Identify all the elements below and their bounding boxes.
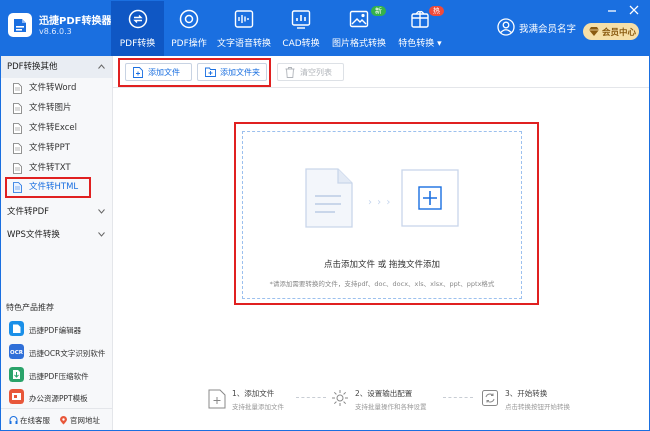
product-ocr[interactable]: OCR 迅捷OCR文字识别软件 (9, 344, 113, 362)
products-title: 特色产品推荐 (6, 303, 54, 312)
group-pdf-convert-other[interactable]: PDF转换其他 (1, 56, 112, 78)
hot-badge: 热 (429, 6, 444, 16)
minimize-icon[interactable] (606, 5, 618, 15)
nav-cad-convert[interactable]: CAD转换 (276, 1, 326, 56)
step-divider (443, 397, 473, 398)
sidebar-footer: 在线客服 官网地址 (1, 408, 112, 430)
pdf-editor-logo-icon (9, 321, 24, 336)
ocr-logo-icon: OCR (9, 344, 24, 359)
audio-wave-icon (234, 10, 254, 28)
nav-feature-convert[interactable]: 热 特色转换 ▾ (392, 1, 448, 56)
nav-label: 图片格式转换 (331, 39, 386, 49)
svg-text:OCR: OCR (10, 350, 24, 356)
app-name: 迅捷PDF转换器 (39, 16, 112, 27)
chevron-down-icon (98, 209, 105, 214)
file-icon (13, 163, 22, 174)
online-service-label: 在线客服 (20, 416, 50, 425)
app-logo-icon (8, 13, 32, 37)
headset-icon (9, 416, 18, 424)
new-badge: 新 (371, 6, 386, 16)
nav-pdf-operate[interactable]: PDF操作 (164, 1, 214, 56)
product-pdf-editor[interactable]: 迅捷PDF编辑器 (9, 321, 113, 339)
file-icon (13, 123, 22, 134)
highlight-box-html-item (5, 177, 91, 198)
settings-gear-icon (332, 390, 348, 406)
user-name: 我满会员名字 (519, 24, 577, 35)
pdf-convert-icon (128, 9, 147, 29)
add-file-icon (208, 389, 226, 409)
highlight-box-add-buttons (118, 58, 271, 87)
vip-center-button[interactable]: 会员中心 (583, 23, 639, 40)
official-site-label: 官网地址 (70, 416, 100, 425)
group-wps-convert[interactable]: WPS文件转换 (1, 224, 112, 246)
file-icon (13, 83, 22, 94)
step-desc: 点击转换按钮开始转换 (505, 403, 570, 411)
step-title: 3、开始转换 (505, 389, 548, 398)
sidebar-item-to-word[interactable]: 文件转Word (5, 80, 110, 97)
group-label: WPS文件转换 (7, 230, 60, 240)
close-icon[interactable] (628, 5, 640, 15)
sidebar-item-label: 文件转Excel (29, 123, 78, 133)
official-site-link[interactable]: 官网地址 (59, 415, 100, 426)
clear-list-label: 清空列表 (300, 68, 332, 77)
trash-icon (285, 67, 295, 78)
vip-label: 会员中心 (602, 28, 637, 38)
sidebar-item-label: 文件转Word (29, 83, 77, 93)
nav-label-text: 特色转换 (398, 39, 435, 49)
product-label: 迅捷PDF压缩软件 (29, 372, 89, 381)
sidebar-item-label: 文件转图片 (29, 103, 72, 113)
step-divider (296, 397, 326, 398)
product-pdf-compress[interactable]: 迅捷PDF压缩软件 (9, 367, 113, 385)
nav-label: PDF转换 (119, 39, 156, 49)
sidebar-item-to-ppt[interactable]: 文件转PPT (5, 140, 110, 157)
step-desc: 支持批量操作和各种设置 (355, 403, 427, 411)
ppt-template-logo-icon (9, 389, 24, 404)
diamond-icon (589, 27, 599, 36)
feature-box-icon (411, 10, 429, 28)
app-window: 迅捷PDF转换器 v8.6.0.3 PDF转换 PDF操作 文字语音转换 CAD… (0, 0, 650, 431)
pdf-operate-icon (179, 9, 199, 29)
chevron-up-icon (98, 64, 105, 69)
highlight-box-dropzone (234, 122, 539, 305)
location-pin-icon (60, 416, 67, 425)
sidebar-item-to-txt[interactable]: 文件转TXT (5, 160, 110, 177)
nav-label: PDF操作 (171, 39, 207, 49)
sidebar-item-label: 文件转PPT (29, 143, 70, 153)
step-title: 1、添加文件 (232, 389, 275, 398)
sidebar-item-to-image[interactable]: 文件转图片 (5, 100, 110, 117)
sidebar-item-label: 文件转TXT (29, 163, 71, 173)
nav-label: CAD转换 (282, 39, 320, 49)
nav-label: 文字语音转换 (216, 39, 271, 49)
pdf-compress-logo-icon (9, 367, 24, 382)
step-desc: 支持批量添加文件 (232, 403, 284, 411)
sidebar-item-to-excel[interactable]: 文件转Excel (5, 120, 110, 137)
group-label: PDF转换其他 (7, 62, 58, 72)
brand: 迅捷PDF转换器 v8.6.0.3 (7, 11, 111, 45)
top-bar: 迅捷PDF转换器 v8.6.0.3 PDF转换 PDF操作 文字语音转换 CAD… (1, 1, 649, 56)
product-label: 迅捷PDF编辑器 (29, 326, 82, 335)
clear-list-button[interactable]: 清空列表 (277, 63, 344, 81)
nav-pdf-convert[interactable]: PDF转换 (111, 1, 164, 56)
steps-bar: 1、添加文件 支持批量添加文件 2、设置输出配置 支持批量操作和各种设置 3、开… (113, 383, 649, 423)
convert-cycle-icon (482, 390, 498, 406)
group-label: 文件转PDF (7, 207, 50, 217)
user-avatar-icon (497, 18, 515, 36)
file-icon (13, 143, 22, 154)
group-file-to-pdf[interactable]: 文件转PDF (1, 201, 112, 223)
cad-chart-icon (291, 10, 311, 29)
chevron-down-icon (98, 232, 105, 237)
dropdown-arrow-icon: ▾ (437, 39, 442, 49)
product-ppt-template[interactable]: 办公资源PPT模板 (9, 389, 113, 407)
online-service-link[interactable]: 在线客服 (9, 415, 50, 426)
step-title: 2、设置输出配置 (355, 389, 413, 398)
product-label: 迅捷OCR文字识别软件 (29, 349, 106, 358)
product-label: 办公资源PPT模板 (29, 394, 88, 403)
nav-label: 特色转换 ▾ (392, 36, 448, 49)
nav-image-convert[interactable]: 新 图片格式转换 (327, 1, 391, 56)
app-version: v8.6.0.3 (39, 27, 72, 36)
nav-text-speech[interactable]: 文字语音转换 (214, 1, 274, 56)
file-icon (13, 103, 22, 114)
image-icon (349, 10, 369, 28)
sidebar: PDF转换其他 文件转Word 文件转图片 文件转Excel 文件转PPT 文件… (1, 56, 113, 430)
